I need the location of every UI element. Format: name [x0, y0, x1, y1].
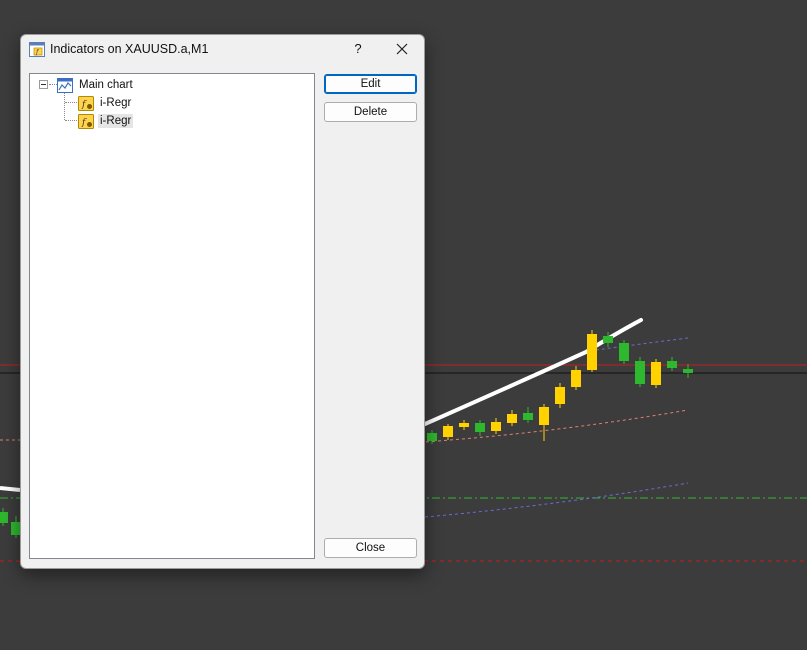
candle-body [491, 422, 501, 431]
candle-body [635, 361, 645, 384]
close-button[interactable]: Close [324, 538, 417, 558]
candle-body [0, 512, 8, 523]
regression-line-left [0, 486, 21, 492]
dialog-titlebar: f Indicators on XAUUSD.a,M1 ? [21, 35, 424, 65]
candle-body [427, 433, 437, 441]
custom-indicator-icon: f [78, 113, 94, 129]
indicators-dialog: f Indicators on XAUUSD.a,M1 ? Main chart… [20, 34, 425, 569]
help-button[interactable]: ? [347, 38, 369, 60]
tree-connector [64, 93, 65, 120]
indicators-window-icon: f [29, 42, 45, 57]
tree-connector [65, 102, 77, 103]
tree-item-label: i-Regr [98, 114, 134, 128]
candle-body [587, 334, 597, 370]
custom-indicator-icon: f [78, 95, 94, 111]
candle-body [507, 414, 517, 423]
tree-item-label: Main chart [79, 79, 133, 91]
collapse-toggle-icon[interactable] [39, 80, 48, 89]
indicator-tree[interactable]: Main chart f i-Regr f i-Regr [29, 73, 315, 559]
tree-item-main-chart[interactable]: Main chart [57, 76, 135, 94]
delete-button[interactable]: Delete [324, 102, 417, 122]
candle-body [475, 423, 485, 432]
candle-body [523, 413, 533, 420]
candle-body [555, 387, 565, 404]
tree-connector [65, 120, 77, 121]
candle-body [667, 361, 677, 368]
candle-body [651, 362, 661, 385]
chart-window-icon [57, 77, 73, 93]
candle-body [443, 426, 453, 437]
close-icon[interactable] [391, 38, 413, 60]
dialog-title: Indicators on XAUUSD.a,M1 [50, 42, 209, 56]
tree-item-indicator[interactable]: f i-Regr [78, 94, 133, 112]
tree-connector [49, 84, 57, 85]
tree-item-label: i-Regr [100, 97, 132, 109]
candle-body [459, 423, 469, 427]
edit-button[interactable]: Edit [324, 74, 417, 94]
candle-body [539, 407, 549, 425]
candle-body [571, 370, 581, 387]
candle-body [603, 336, 613, 343]
candle-body [619, 343, 629, 361]
tree-item-indicator-selected[interactable]: f i-Regr [78, 112, 134, 130]
candle-body [683, 369, 693, 373]
